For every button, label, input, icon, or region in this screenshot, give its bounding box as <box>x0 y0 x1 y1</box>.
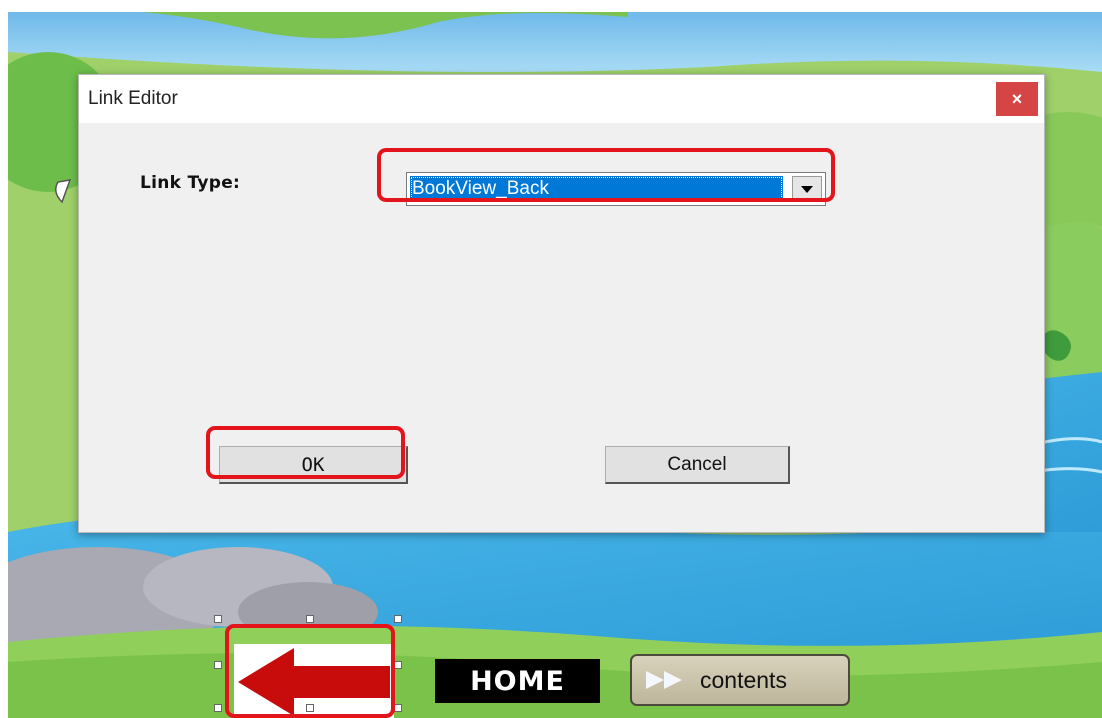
contents-button[interactable]: contents <box>630 654 850 706</box>
dropdown-arrow-button[interactable] <box>792 176 822 202</box>
chevron-down-icon <box>801 185 813 193</box>
link-type-label: Link Type: <box>140 173 241 193</box>
selection-handle[interactable] <box>214 661 222 669</box>
storybook-page: Link Editor × Link Type: BookView_Back O… <box>8 12 1102 718</box>
fast-forward-icon <box>646 671 682 689</box>
selection-handle[interactable] <box>394 615 402 623</box>
link-type-dropdown[interactable]: BookView_Back <box>406 172 826 206</box>
selection-handle[interactable] <box>306 615 314 623</box>
selection-handle[interactable] <box>394 661 402 669</box>
back-arrow-button[interactable] <box>234 644 394 718</box>
cancel-button[interactable]: Cancel <box>605 446 790 484</box>
ok-button[interactable]: OK <box>219 446 408 484</box>
back-arrow-icon <box>238 648 390 716</box>
close-button[interactable]: × <box>996 82 1038 116</box>
selection-handle[interactable] <box>394 704 402 712</box>
link-editor-dialog: Link Editor × Link Type: BookView_Back O… <box>78 74 1045 533</box>
close-icon: × <box>1011 88 1023 109</box>
selection-handle[interactable] <box>214 704 222 712</box>
home-button[interactable]: HOME <box>435 659 600 703</box>
link-type-selected-value[interactable]: BookView_Back <box>410 176 783 202</box>
dialog-titlebar[interactable]: Link Editor × <box>79 75 1044 123</box>
selection-handle[interactable] <box>306 704 314 712</box>
contents-label: contents <box>700 666 787 693</box>
dialog-title: Link Editor <box>88 88 178 109</box>
selection-handle[interactable] <box>214 615 222 623</box>
